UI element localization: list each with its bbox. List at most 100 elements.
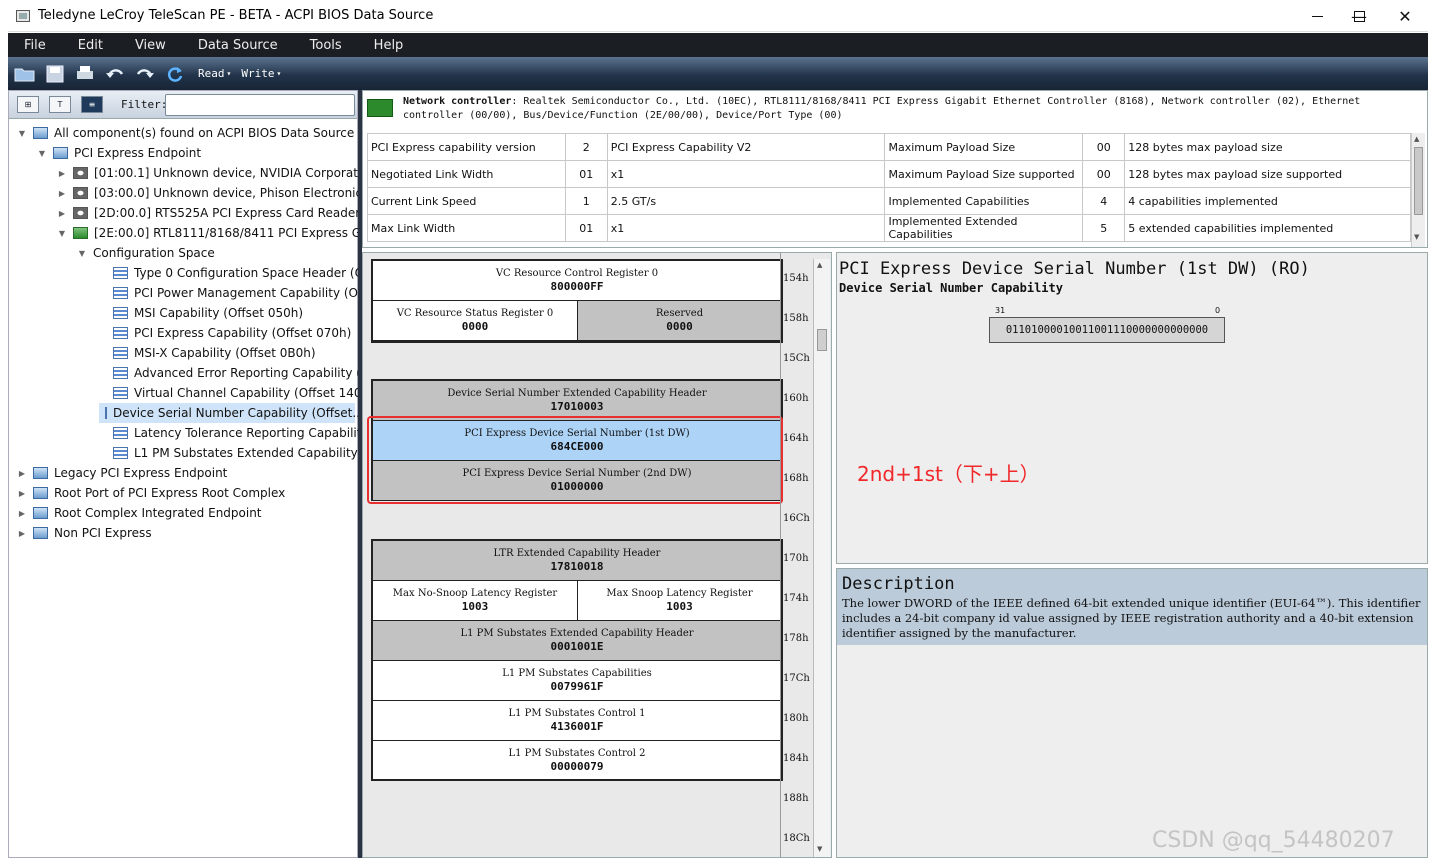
menu-tools[interactable]: Tools bbox=[294, 38, 358, 53]
menu-view[interactable]: View bbox=[119, 38, 182, 53]
bit-high-index: 31 bbox=[995, 306, 1006, 315]
network-card-icon bbox=[367, 99, 393, 117]
register-detail-pane: PCI Express Device Serial Number (1st DW… bbox=[836, 252, 1428, 564]
register-value: 0079961F bbox=[550, 680, 604, 693]
tree-item[interactable]: ▶ Root Complex Integrated Endpoint bbox=[17, 503, 262, 523]
open-folder-icon[interactable] bbox=[12, 61, 38, 87]
minimize-button[interactable] bbox=[1294, 0, 1340, 32]
expand-arrow-icon[interactable]: ▶ bbox=[17, 509, 27, 518]
endpoint-icon bbox=[53, 147, 68, 159]
write-dropdown-icon[interactable]: ▾ bbox=[276, 69, 281, 78]
description-heading: Description bbox=[842, 574, 955, 594]
list-view-icon[interactable]: ≡ bbox=[81, 96, 103, 113]
tree-item[interactable]: ▼ PCI Express Endpoint bbox=[37, 143, 201, 163]
register-l1-ctrl2[interactable]: L1 PM Substates Control 2 00000079 bbox=[373, 741, 781, 781]
tree-item[interactable]: ▼ Configuration Space bbox=[77, 243, 215, 263]
tree-item[interactable]: ▶ Legacy PCI Express Endpoint bbox=[17, 463, 227, 483]
watermark: CSDN @qq_54480207 bbox=[1152, 828, 1395, 853]
register-map-scrollbar[interactable]: ▲ ▼ bbox=[813, 259, 830, 857]
redo-icon[interactable] bbox=[132, 61, 158, 87]
register-ltr-nosnoop[interactable]: Max No-Snoop Latency Register 1003 bbox=[373, 581, 577, 621]
tree-item-label: Advanced Error Reporting Capability (... bbox=[134, 366, 373, 380]
collapse-arrow-icon[interactable]: ▼ bbox=[57, 229, 67, 238]
toolbar: Read ▾ Write ▾ bbox=[8, 57, 1428, 90]
refresh-icon[interactable] bbox=[162, 61, 188, 87]
config-icon bbox=[113, 427, 128, 439]
register-ltr-header[interactable]: LTR Extended Capability Header 17810018 bbox=[373, 541, 781, 581]
register-l1-header[interactable]: L1 PM Substates Extended Capability Head… bbox=[373, 621, 781, 661]
tree-item[interactable]: ▶ Root Port of PCI Express Root Complex bbox=[17, 483, 285, 503]
register-dsn-1st[interactable]: PCI Express Device Serial Number (1st DW… bbox=[373, 421, 781, 461]
expand-arrow-icon[interactable]: ▶ bbox=[57, 209, 67, 218]
expand-arrow-icon[interactable]: ▶ bbox=[17, 529, 27, 538]
offset-divider bbox=[780, 253, 781, 857]
tree-item[interactable]: Advanced Error Reporting Capability (... bbox=[97, 363, 372, 383]
filter-input[interactable] bbox=[165, 94, 355, 116]
tree-item[interactable]: ▼ All component(s) found on ACPI BIOS Dat… bbox=[17, 123, 354, 143]
tree-item[interactable]: PCI Express Capability (Offset 070h) bbox=[97, 323, 351, 343]
register-ltr-snoop[interactable]: Max Snoop Latency Register 1003 bbox=[577, 581, 781, 621]
register-bit-field[interactable]: 01101000010011001110000000000000 bbox=[989, 317, 1225, 343]
register-vc-ctrl[interactable]: VC Resource Control Register 0 800000FF bbox=[373, 261, 781, 301]
tree-view-icon[interactable]: ⊞ bbox=[17, 96, 39, 113]
collapse-arrow-icon[interactable]: ▼ bbox=[77, 249, 87, 258]
tree-item[interactable]: Type 0 Configuration Space Header (Of... bbox=[97, 263, 379, 283]
register-map: VC Resource Control Register 0 800000FF VC… bbox=[363, 253, 813, 857]
expand-arrow-icon[interactable]: ▶ bbox=[57, 189, 67, 198]
collapse-arrow-icon[interactable]: ▼ bbox=[17, 129, 27, 138]
register-dsn-header[interactable]: Device Serial Number Extended Capability… bbox=[373, 381, 781, 421]
register-l1-caps[interactable]: L1 PM Substates Capabilities 0079961F bbox=[373, 661, 781, 701]
table-cell: Implemented Capabilities bbox=[884, 187, 1084, 215]
register-name: Device Serial Number Extended Capability… bbox=[447, 388, 707, 399]
menu-help[interactable]: Help bbox=[358, 38, 420, 53]
close-button[interactable]: ✕ bbox=[1382, 0, 1428, 32]
tree-item-label: Root Port of PCI Express Root Complex bbox=[54, 486, 286, 500]
tree-item[interactable]: ▶ Non PCI Express bbox=[17, 523, 152, 543]
expand-arrow-icon[interactable]: ▶ bbox=[17, 489, 27, 498]
tree-item[interactable]: ▼ [2E:00.0] RTL8111/8168/8411 PCI Express… bbox=[57, 223, 399, 243]
menu-edit[interactable]: Edit bbox=[62, 38, 119, 53]
menu-data-source[interactable]: Data Source bbox=[182, 38, 294, 53]
tree-item[interactable]: ▶ [01:00.1] Unknown device, NVIDIA Corpor… bbox=[57, 163, 376, 183]
maximize-button[interactable] bbox=[1336, 0, 1382, 32]
print-icon[interactable] bbox=[72, 61, 98, 87]
write-menu-button[interactable]: Write bbox=[241, 67, 274, 80]
collapse-arrow-icon[interactable]: ▼ bbox=[37, 149, 47, 158]
table-cell: 01 bbox=[564, 214, 608, 242]
topology-view-icon[interactable]: T bbox=[49, 96, 71, 113]
tree-item[interactable]: ▶ [03:00.0] Unknown device, Phison Electr… bbox=[57, 183, 384, 203]
tree-item[interactable]: Latency Tolerance Reporting Capability..… bbox=[97, 423, 378, 443]
register-value: 684CE000 bbox=[550, 440, 604, 453]
tree-item[interactable]: PCI Power Management Capability (Off... bbox=[97, 283, 378, 303]
tree-item[interactable]: Virtual Channel Capability (Offset 140h) bbox=[97, 383, 374, 403]
register-value: 1003 bbox=[666, 600, 693, 613]
offset-label: 188h bbox=[783, 793, 809, 804]
register-name: Reserved bbox=[655, 308, 704, 319]
undo-icon[interactable] bbox=[102, 61, 128, 87]
register-dsn-2nd[interactable]: PCI Express Device Serial Number (2nd DW… bbox=[373, 461, 781, 501]
tree-item[interactable]: ▶ [2D:00.0] RTS525A PCI Express Card Read… bbox=[57, 203, 394, 223]
expand-arrow-icon[interactable]: ▶ bbox=[17, 469, 27, 478]
tree-item[interactable]: MSI Capability (Offset 050h) bbox=[97, 303, 303, 323]
offset-label: 174h bbox=[783, 593, 809, 604]
config-icon bbox=[113, 447, 128, 459]
tree-item[interactable]: L1 PM Substates Extended Capability (... bbox=[97, 443, 378, 463]
offset-label: 180h bbox=[783, 713, 809, 724]
register-value: 1003 bbox=[461, 600, 489, 613]
table-cell: Maximum Payload Size bbox=[884, 133, 1084, 161]
read-menu-button[interactable]: Read bbox=[198, 67, 225, 80]
tree-item-label: PCI Express Endpoint bbox=[74, 146, 202, 160]
menu-file[interactable]: File bbox=[8, 38, 62, 53]
tree-item-label: L1 PM Substates Extended Capability (... bbox=[134, 446, 378, 460]
tree-item[interactable]: Device Serial Number Capability (Offset.… bbox=[99, 403, 364, 423]
device-icon bbox=[73, 207, 88, 219]
register-l1-ctrl1[interactable]: L1 PM Substates Control 1 4136001F bbox=[373, 701, 781, 741]
register-vc-status[interactable]: VC Resource Status Register 0 0000 bbox=[373, 301, 577, 341]
save-icon[interactable] bbox=[42, 61, 68, 87]
expand-arrow-icon[interactable]: ▶ bbox=[57, 169, 67, 178]
read-dropdown-icon[interactable]: ▾ bbox=[227, 69, 232, 78]
summary-scrollbar[interactable]: ▲ ▼ bbox=[1411, 133, 1425, 247]
offset-label: 154h bbox=[783, 273, 809, 284]
tree-item[interactable]: MSI-X Capability (Offset 0B0h) bbox=[97, 343, 316, 363]
register-vc-reserved[interactable]: Reserved 0000 bbox=[577, 301, 781, 341]
